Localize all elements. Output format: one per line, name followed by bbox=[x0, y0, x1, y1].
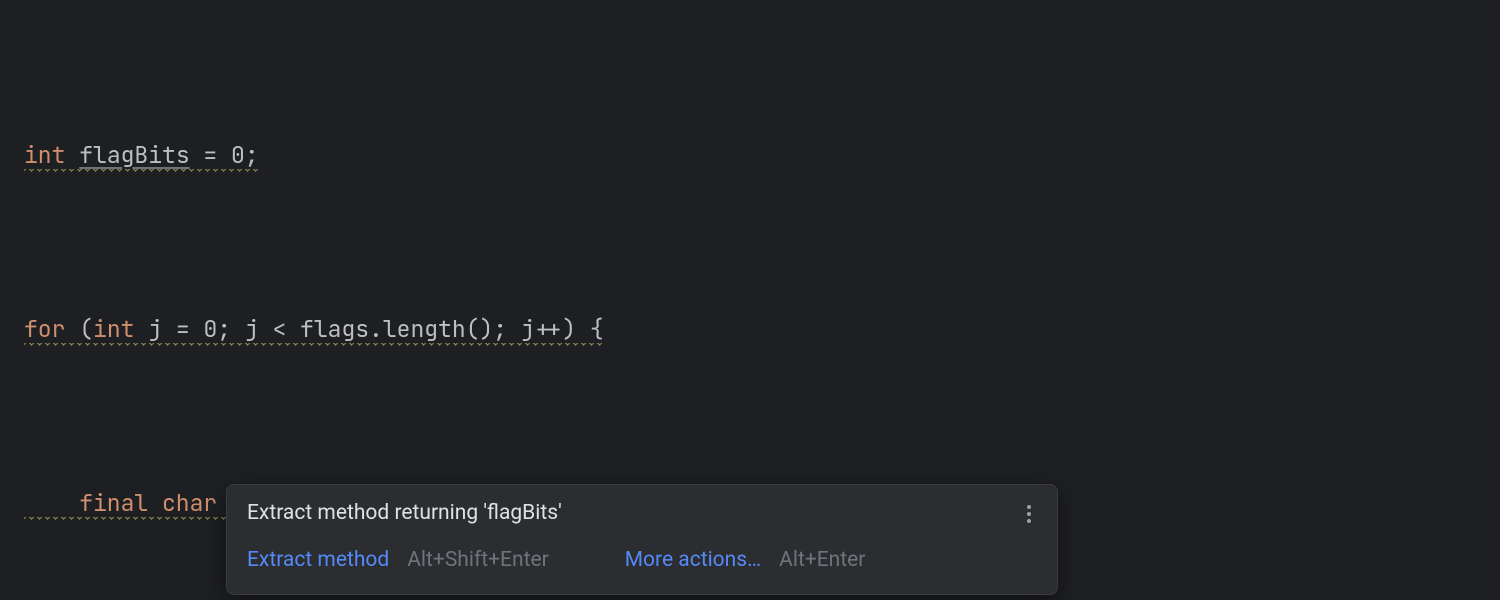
identifier: flagBits bbox=[79, 140, 189, 170]
shortcut-hint: Alt+Shift+Enter bbox=[407, 546, 548, 575]
keyword: int bbox=[93, 314, 134, 344]
popup-title: Extract method returning 'flagBits' bbox=[247, 499, 562, 528]
keyword: int bbox=[24, 140, 65, 170]
intention-popup: Extract method returning 'flagBits' Extr… bbox=[226, 484, 1058, 595]
code-line[interactable]: int flagBits = 0; bbox=[24, 134, 1500, 178]
extract-method-action[interactable]: Extract method bbox=[247, 546, 389, 575]
more-actions-link[interactable]: More actions… bbox=[625, 546, 761, 575]
code-line[interactable]: for (int j = 0; j < flags.length(); j++)… bbox=[24, 308, 1500, 352]
more-options-icon[interactable] bbox=[1027, 512, 1031, 516]
shortcut-hint: Alt+Enter bbox=[779, 546, 865, 575]
number: 0 bbox=[203, 314, 217, 344]
keyword: for bbox=[24, 314, 65, 344]
number: 0 bbox=[231, 140, 245, 170]
keyword: final char bbox=[79, 488, 217, 518]
